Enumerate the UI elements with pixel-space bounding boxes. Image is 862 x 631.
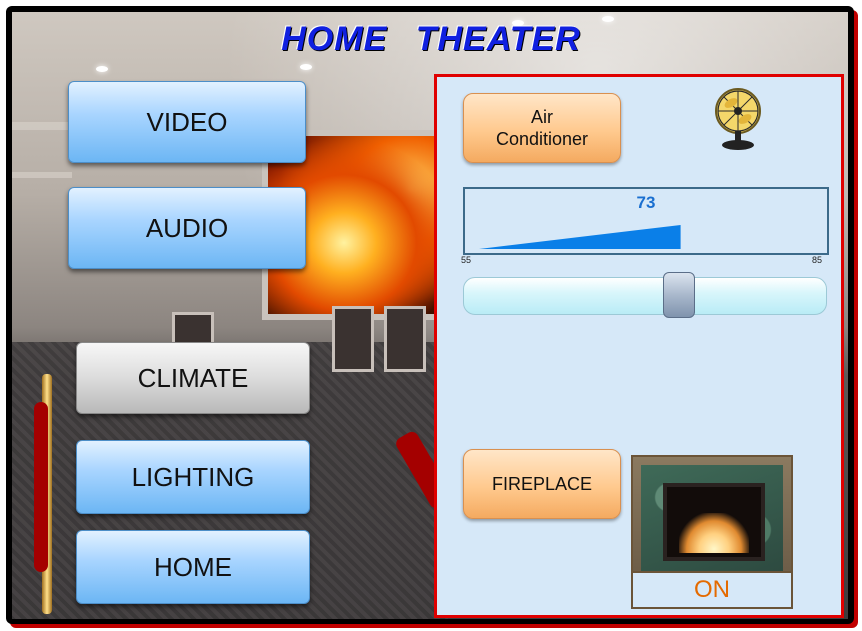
speaker	[384, 306, 426, 372]
ceiling-light	[96, 66, 108, 72]
temperature-min-label: 55	[461, 255, 472, 265]
air-conditioner-label-line1: Air	[531, 107, 553, 127]
temperature-gauge: 73	[463, 187, 829, 255]
fireplace-status-label: ON	[694, 576, 730, 603]
velvet-rope	[34, 402, 48, 572]
page-title: HOME THEATER	[281, 20, 581, 58]
temperature-max-label: 85	[812, 255, 823, 265]
temperature-slider[interactable]	[463, 272, 827, 318]
temperature-gauge-graph	[479, 225, 681, 249]
climate-panel: Air Conditioner 73 55 85 FIREPLACE ON	[434, 74, 844, 618]
lighting-button-label: LIGHTING	[131, 461, 255, 492]
home-button-label: HOME	[154, 551, 232, 582]
temperature-gauge-fill	[479, 225, 681, 249]
video-button-label: VIDEO	[146, 106, 228, 137]
fireplace-image	[631, 455, 793, 575]
climate-button-label: CLIMATE	[137, 362, 249, 393]
fan-icon	[715, 88, 761, 150]
fireplace-button[interactable]: FIREPLACE	[463, 449, 621, 519]
ceiling-light	[300, 64, 312, 70]
air-conditioner-label-line2: Conditioner	[495, 129, 589, 149]
lighting-button[interactable]: LIGHTING	[76, 440, 310, 514]
video-button[interactable]: VIDEO	[68, 81, 306, 163]
climate-button[interactable]: CLIMATE	[76, 342, 310, 414]
audio-button[interactable]: AUDIO	[68, 187, 306, 269]
speaker	[332, 306, 374, 372]
fireplace-button-label: FIREPLACE	[491, 474, 593, 494]
fireplace-status: ON	[631, 571, 793, 609]
home-button[interactable]: HOME	[76, 530, 310, 604]
fireplace-opening	[663, 483, 765, 561]
wall-panel	[12, 172, 72, 178]
air-conditioner-button[interactable]: Air Conditioner	[463, 93, 621, 163]
wall-panel	[12, 122, 72, 130]
audio-button-label: AUDIO	[145, 212, 229, 243]
temperature-slider-thumb[interactable]	[663, 272, 696, 318]
fireplace-flame	[679, 513, 749, 553]
